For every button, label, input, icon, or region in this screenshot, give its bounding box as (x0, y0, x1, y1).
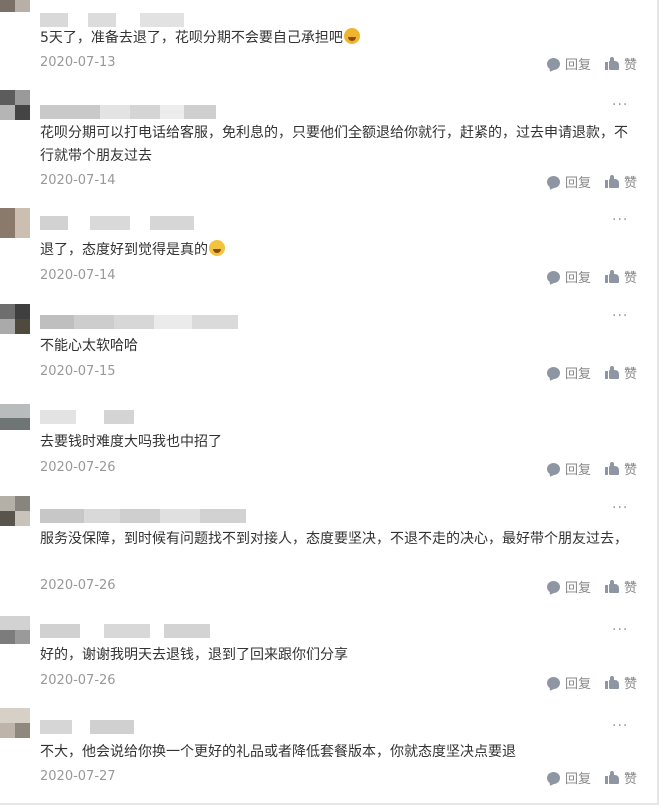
comment-item: ··· 不能心太软哈哈 2020-07-15 回复 赞 (0, 298, 655, 394)
avatar[interactable] (0, 90, 30, 120)
comment-item: ··· 花呗分期可以打电话给客服，免利息的，只要他们全额退给你就行，赶紧的，过去… (0, 88, 655, 200)
reply-button[interactable]: 回复 (546, 363, 591, 382)
comment-text: 不大，他会说给你换一个更好的礼品或者降低套餐版本，你就态度坚决点要退 (40, 744, 516, 760)
comment-item: ··· 去要钱时难度大吗我也中招了 2020-07-26 回复 赞 (0, 394, 655, 490)
comment-actions: 回复 赞 (546, 768, 637, 787)
comment-icon (546, 580, 560, 593)
like-button[interactable]: 赞 (604, 172, 637, 191)
reply-button[interactable]: 回复 (546, 673, 591, 692)
like-button[interactable]: 赞 (604, 577, 637, 596)
like-button[interactable]: 赞 (604, 363, 637, 382)
more-icon[interactable]: ··· (612, 718, 628, 734)
like-button[interactable]: 赞 (604, 54, 637, 73)
comment-actions: 回复 赞 (546, 267, 637, 286)
comment-date: 2020-07-14 (40, 268, 116, 283)
comment-item: ··· 好的，谢谢我明天去退钱，退到了回来跟你们分享 2020-07-26 回复… (0, 608, 655, 704)
thumbs-up-icon (604, 580, 619, 593)
avatar[interactable] (0, 404, 30, 430)
reply-button[interactable]: 回复 (546, 768, 591, 787)
comment-text: 5天了，准备去退了，花呗分期不会要自己承担吧 (40, 27, 640, 50)
comment-text: 花呗分期可以打电话给客服，免利息的，只要他们全额退给你就行，赶紧的，过去申请退款… (40, 125, 628, 164)
comment-item: ··· 不大，他会说给你换一个更好的礼品或者降低套餐版本，你就态度坚决点要退 2… (0, 704, 655, 803)
comment-actions: 回复 赞 (546, 673, 637, 692)
thumbs-up-icon (604, 462, 619, 475)
reply-button[interactable]: 回复 (546, 54, 591, 73)
more-icon[interactable]: ··· (612, 97, 628, 113)
comment-text: 好的，谢谢我明天去退钱，退到了回来跟你们分享 (40, 647, 348, 663)
comment-date: 2020-07-15 (40, 364, 116, 379)
comment-item: 5天了，准备去退了，花呗分期不会要自己承担吧 2020-07-13 回复 赞 (0, 0, 655, 90)
comment-text: 服务没保障，到时候有问题找不到对接人，态度要坚决，不退不走的决心，最好带个朋友过… (40, 531, 628, 547)
comment-item: ··· 服务没保障，到时候有问题找不到对接人，态度要坚决，不退不走的决心，最好带… (0, 490, 655, 608)
crying-emoji (343, 28, 360, 44)
comment-icon (546, 270, 560, 283)
nickname-blurred[interactable] (40, 216, 194, 230)
like-button[interactable]: 赞 (604, 768, 637, 787)
nickname-blurred[interactable] (40, 509, 246, 523)
avatar[interactable] (0, 208, 30, 238)
comment-feed: 5天了，准备去退了，花呗分期不会要自己承担吧 2020-07-13 回复 赞 ·… (0, 0, 659, 805)
comment-icon (546, 462, 560, 475)
thumbs-up-icon (604, 771, 619, 784)
comment-actions: 回复 赞 (546, 363, 637, 382)
thumbs-up-icon (604, 676, 619, 689)
comment-icon (546, 57, 560, 70)
comment-date: 2020-07-13 (40, 55, 116, 70)
more-icon[interactable]: ··· (612, 622, 628, 638)
thumbs-up-icon (604, 366, 619, 379)
comment-icon (546, 366, 560, 379)
thumbs-up-icon (604, 57, 619, 70)
avatar[interactable] (0, 304, 30, 334)
thumbs-up-icon (604, 270, 619, 283)
comment-icon (546, 771, 560, 784)
nickname-blurred[interactable] (40, 720, 134, 734)
comment-date: 2020-07-26 (40, 460, 116, 475)
more-icon[interactable]: ··· (612, 308, 628, 324)
thumbs-up-icon (604, 175, 619, 188)
comment-date: 2020-07-26 (40, 673, 116, 688)
more-icon[interactable]: ··· (612, 212, 628, 228)
comment-date: 2020-07-27 (40, 769, 116, 784)
reply-button[interactable]: 回复 (546, 172, 591, 191)
avatar[interactable] (0, 0, 30, 12)
comment-actions: 回复 赞 (546, 459, 637, 478)
comment-actions: 回复 赞 (546, 172, 637, 191)
comment-text: 退了，态度好到觉得是真的 (40, 239, 640, 262)
nickname-blurred[interactable] (40, 105, 216, 119)
avatar[interactable] (0, 708, 30, 738)
comment-date: 2020-07-26 (40, 578, 116, 593)
comment-actions: 回复 赞 (546, 577, 637, 596)
comment-text: 去要钱时难度大吗我也中招了 (40, 434, 222, 450)
nickname-blurred[interactable] (40, 13, 184, 27)
reply-button[interactable]: 回复 (546, 267, 591, 286)
nickname-blurred[interactable] (40, 624, 210, 638)
comment-date: 2020-07-14 (40, 173, 116, 188)
comment-text: 不能心太软哈哈 (40, 338, 138, 354)
like-button[interactable]: 赞 (604, 267, 637, 286)
nickname-blurred[interactable] (40, 315, 238, 329)
reply-button[interactable]: 回复 (546, 577, 591, 596)
more-icon[interactable]: ··· (612, 500, 628, 516)
comment-actions: 回复 赞 (546, 54, 637, 73)
nickname-blurred[interactable] (40, 410, 134, 424)
laughing-emoji (209, 240, 225, 256)
like-button[interactable]: 赞 (604, 459, 637, 478)
reply-button[interactable]: 回复 (546, 459, 591, 478)
avatar[interactable] (0, 496, 30, 526)
avatar[interactable] (0, 616, 30, 644)
like-button[interactable]: 赞 (604, 673, 637, 692)
comment-icon (546, 676, 560, 689)
comment-icon (546, 175, 560, 188)
comment-item: ··· 退了，态度好到觉得是真的 2020-07-14 回复 赞 (0, 202, 655, 296)
